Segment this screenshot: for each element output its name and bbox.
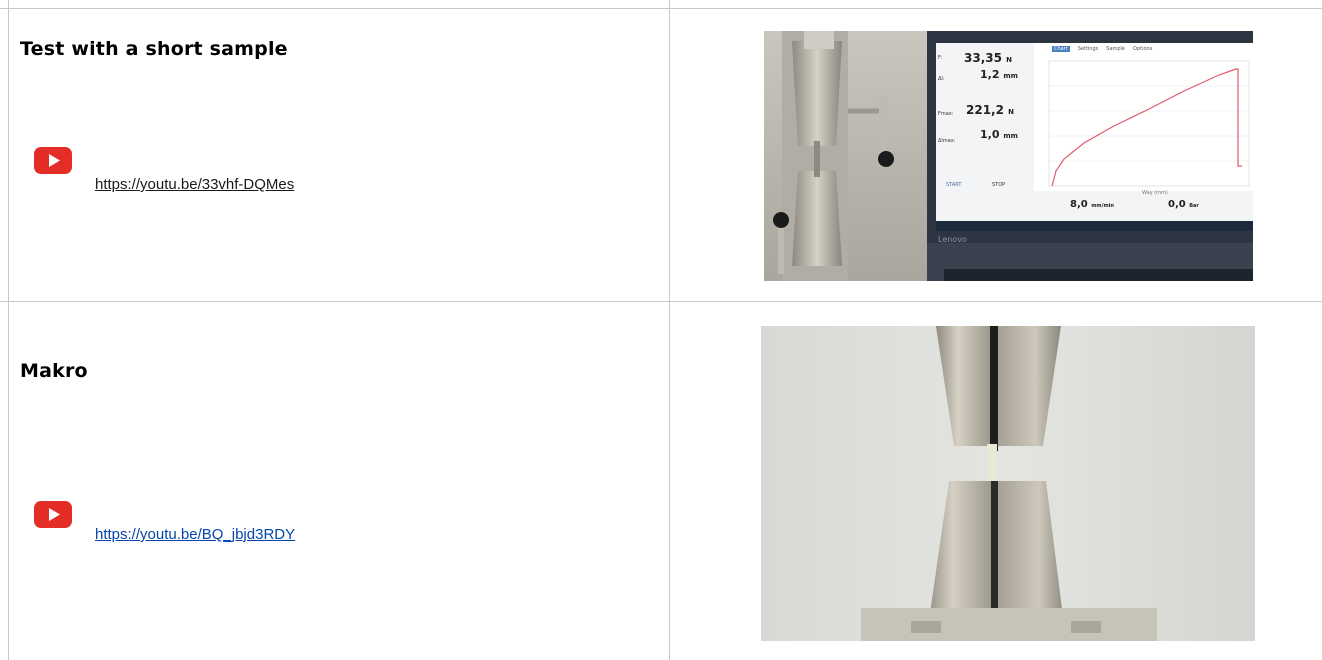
table-border-left — [8, 0, 9, 660]
youtube-play-icon[interactable] — [34, 147, 72, 174]
readout-dlmax: 1,0 — [980, 128, 1000, 141]
readout-label-fmax: Fmax: — [938, 111, 954, 117]
readout-fmax: 221,2 — [966, 103, 1004, 117]
readout-label-dlmax: Δlmax: — [938, 138, 956, 144]
screen-tab-options: Options — [1133, 46, 1153, 52]
table-border-top — [0, 8, 1322, 9]
readout-force: 33,35 — [964, 51, 1002, 65]
macro-grips-photo — [761, 326, 1255, 641]
video-link-2[interactable]: https://youtu.be/BQ_jbjd3RDY — [95, 526, 295, 543]
screen-tab-chart: Chart — [1052, 46, 1070, 52]
column-divider — [669, 0, 670, 660]
chart-x-label: Way (mm) — [1142, 190, 1168, 196]
screen-tab-sample: Sample — [1106, 46, 1126, 52]
readout-label-f: F: — [938, 55, 943, 61]
speed-unit: mm/min — [1091, 203, 1114, 209]
laptop-brand-logo: Lenovo — [938, 235, 967, 244]
pressure-readout: 0,0 — [1168, 199, 1186, 210]
video-link-1[interactable]: https://youtu.be/33vhf-DQMes — [95, 176, 294, 193]
readout-elongation: 1,2 — [980, 68, 1000, 81]
readout-elongation-unit: mm — [1003, 72, 1018, 80]
readout-fmax-unit: N — [1008, 108, 1015, 116]
screen-tab-settings: Settings — [1077, 46, 1099, 52]
tensile-test-photo: Chart Settings Sample Options F: 33,35 N… — [764, 31, 1253, 281]
start-button: START — [946, 182, 962, 188]
row1-title: Test with a short sample — [20, 38, 288, 60]
readout-force-unit: N — [1006, 56, 1013, 64]
stop-button: STOP — [992, 182, 1006, 188]
pressure-unit: Bar — [1189, 203, 1199, 209]
speed-readout: 8,0 — [1070, 199, 1088, 210]
youtube-play-icon[interactable] — [34, 501, 72, 528]
readout-label-dl: Δl: — [938, 76, 945, 82]
software-screen: Chart Settings Sample Options F: 33,35 N… — [932, 45, 1252, 225]
row2-title: Makro — [20, 360, 88, 382]
row-divider — [0, 301, 1322, 302]
readout-dlmax-unit: mm — [1003, 132, 1018, 140]
